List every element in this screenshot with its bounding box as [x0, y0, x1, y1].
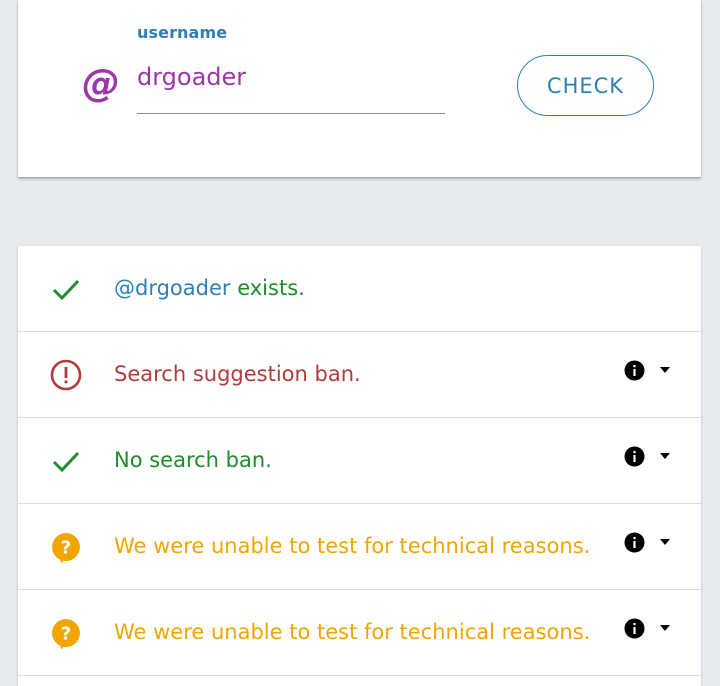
info-toggle[interactable]	[624, 618, 674, 644]
caret-down-icon[interactable]	[660, 625, 670, 631]
search-card: username @ CHECK	[18, 0, 701, 177]
result-message: @drgoader exists.	[114, 274, 305, 302]
caret-down-icon[interactable]	[660, 453, 670, 459]
results-list: @drgoader exists. Search suggestion ban.…	[18, 246, 701, 686]
caret-down-icon[interactable]	[660, 539, 670, 545]
info-toggle[interactable]	[624, 360, 674, 386]
check-button[interactable]: CHECK	[517, 55, 654, 116]
result-text: exists.	[230, 276, 305, 300]
info-icon[interactable]	[624, 446, 645, 467]
check-icon	[52, 451, 80, 473]
username-label: username	[137, 23, 228, 42]
info-icon[interactable]	[624, 618, 645, 639]
result-text: We were unable to test for technical rea…	[114, 534, 591, 558]
check-icon	[52, 279, 80, 301]
help-bubble-icon: ?	[52, 619, 80, 649]
result-text: We were unable to test for technical rea…	[114, 620, 591, 644]
caret-down-icon[interactable]	[660, 367, 670, 373]
result-row-unknown: ? We were unable to test for technical r…	[18, 504, 701, 590]
info-icon[interactable]	[624, 532, 645, 553]
result-row-unknown: ? We were unable to test for technical r…	[18, 590, 701, 676]
result-text: Search suggestion ban.	[114, 362, 361, 386]
username-input[interactable]	[137, 60, 445, 114]
result-row-exists: @drgoader exists.	[18, 246, 701, 332]
info-toggle[interactable]	[624, 446, 674, 472]
help-bubble-icon: ?	[52, 533, 80, 563]
info-icon[interactable]	[624, 360, 645, 381]
svg-text:?: ?	[61, 538, 71, 559]
result-row-suggestion-ban: Search suggestion ban.	[18, 332, 701, 418]
alert-circle-icon	[50, 359, 82, 391]
result-row-search-ban: No search ban.	[18, 418, 701, 504]
at-sign-icon: @	[82, 61, 120, 105]
result-text: No search ban.	[114, 448, 272, 472]
info-toggle[interactable]	[624, 532, 674, 558]
svg-text:?: ?	[61, 624, 71, 645]
result-handle: @drgoader	[114, 276, 231, 300]
